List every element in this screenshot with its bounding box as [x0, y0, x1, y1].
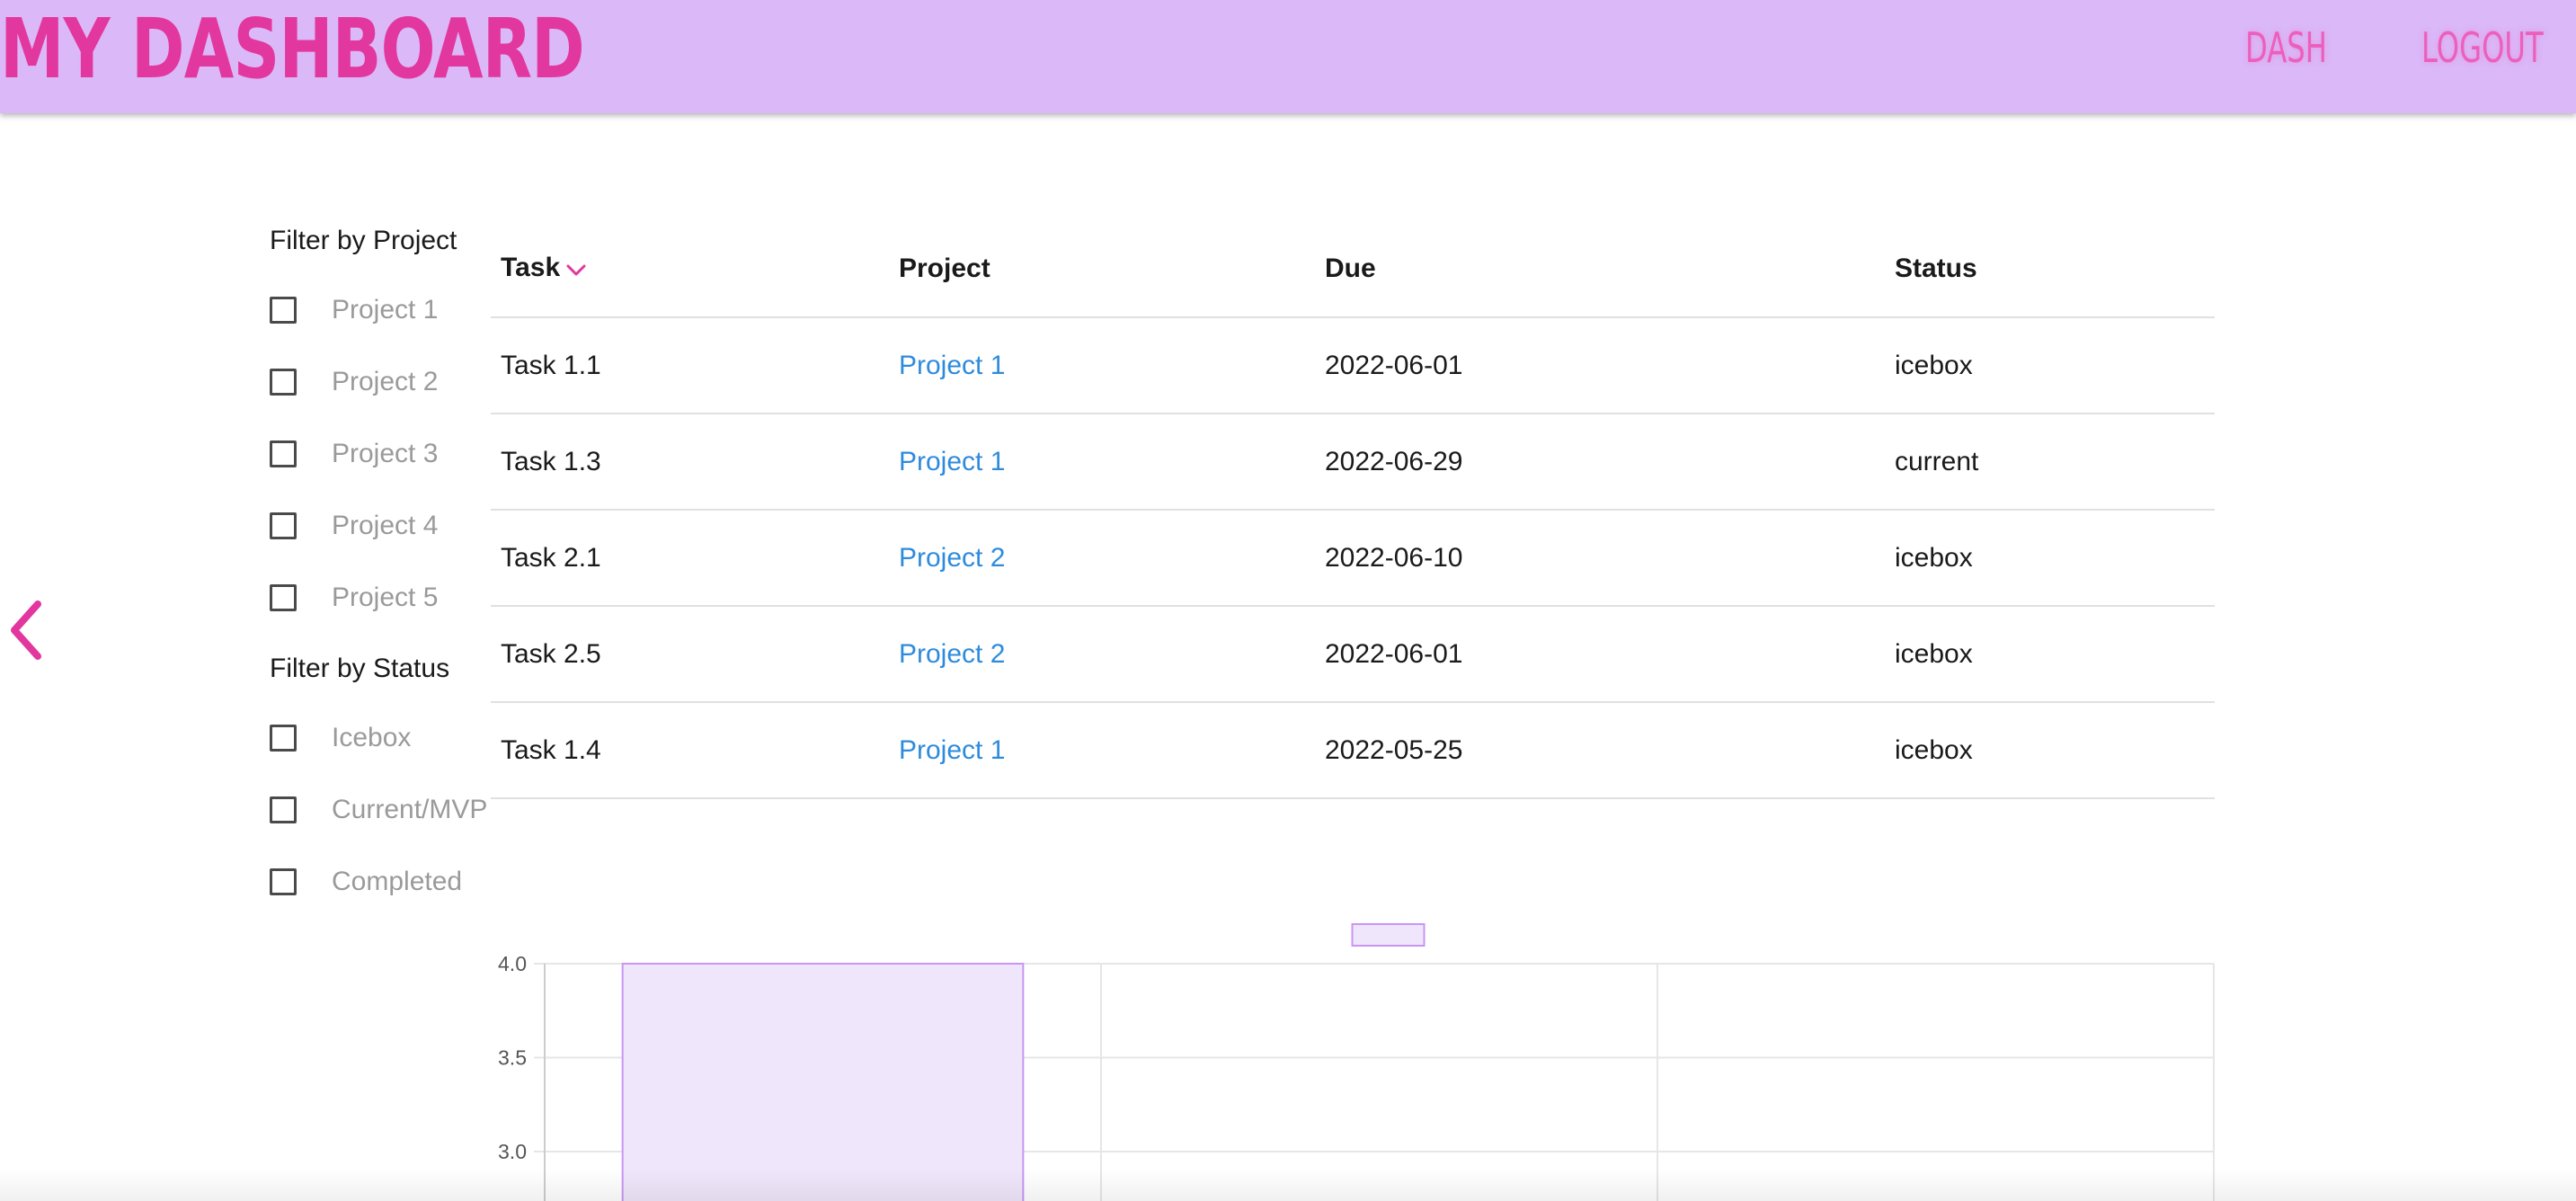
checkbox[interactable]	[270, 796, 297, 823]
filter-option-label: Project 5	[332, 583, 439, 612]
dashboard-page: MY DASHBOARD DASH LOGOUT Filter by Proje…	[0, 0, 2576, 1201]
filter-option-label: Icebox	[332, 723, 412, 752]
filter-project-1[interactable]: Project 1	[270, 292, 438, 328]
cell-due: 2022-06-10	[1315, 510, 1885, 607]
filter-option-label: Project 4	[332, 511, 439, 540]
filter-project-heading: Filter by Project	[270, 226, 457, 255]
chevron-left-icon[interactable]	[5, 599, 47, 662]
table-row: Task 2.5 Project 2 2022-06-01 icebox	[491, 606, 2215, 703]
cell-due: 2022-06-29	[1315, 414, 1885, 511]
cell-project: Project 2	[889, 606, 1315, 703]
column-header-label: Task	[501, 253, 561, 283]
task-table: Task Project Due Status Task 1.1 Project…	[491, 221, 2215, 799]
column-header-project[interactable]: Project	[889, 221, 1315, 318]
y-tick-label: 3.5	[498, 1046, 527, 1070]
filter-project-2[interactable]: Project 2	[270, 364, 438, 400]
cell-task: Task 1.4	[491, 702, 889, 799]
bar-chart: 4.0 3.5 3.0	[485, 908, 2229, 1201]
cell-project: Project 1	[889, 317, 1315, 414]
filter-option-label: Project 3	[332, 439, 439, 468]
cell-task: Task 2.1	[491, 510, 889, 607]
table-row: Task 1.4 Project 1 2022-05-25 icebox	[491, 702, 2215, 799]
cell-project: Project 1	[889, 414, 1315, 511]
table-row: Task 2.1 Project 2 2022-06-10 icebox	[491, 510, 2215, 607]
y-tick-label: 4.0	[498, 952, 527, 975]
column-header-status[interactable]: Status	[1885, 221, 2215, 318]
column-header-due[interactable]: Due	[1315, 221, 1885, 318]
filter-status-current[interactable]: Current/MVP	[270, 792, 487, 828]
cell-due: 2022-06-01	[1315, 317, 1885, 414]
cell-task: Task 1.1	[491, 317, 889, 414]
filter-option-label: Completed	[332, 867, 463, 896]
cell-status: icebox	[1885, 702, 2215, 799]
app-title: MY DASHBOARD	[0, 1, 585, 97]
checkbox[interactable]	[270, 440, 297, 467]
checkbox[interactable]	[270, 725, 297, 752]
project-link[interactable]: Project 1	[899, 351, 1005, 380]
filter-project-3[interactable]: Project 3	[270, 436, 438, 472]
checkbox[interactable]	[270, 369, 297, 396]
y-tick-label: 3.0	[498, 1140, 527, 1163]
project-link[interactable]: Project 1	[899, 447, 1005, 476]
project-link[interactable]: Project 2	[899, 543, 1005, 573]
filter-status-heading: Filter by Status	[270, 654, 450, 683]
cell-project: Project 2	[889, 510, 1315, 607]
cell-task: Task 2.5	[491, 606, 889, 703]
chevron-down-icon[interactable]	[565, 254, 587, 285]
cell-status: icebox	[1885, 606, 2215, 703]
table-row: Task 1.1 Project 1 2022-06-01 icebox	[491, 317, 2215, 414]
nav-dash-link[interactable]: DASH	[2245, 22, 2327, 74]
filter-project-5[interactable]: Project 5	[270, 580, 438, 616]
checkbox[interactable]	[270, 512, 297, 539]
table-header-row: Task Project Due Status	[491, 221, 2215, 318]
checkbox[interactable]	[270, 297, 297, 324]
table-row: Task 1.3 Project 1 2022-06-29 current	[491, 414, 2215, 511]
filter-option-label: Project 1	[332, 295, 439, 325]
column-header-task[interactable]: Task	[491, 221, 889, 318]
bar-chart-svg: 4.0 3.5 3.0	[498, 923, 2215, 1201]
filter-status-icebox[interactable]: Icebox	[270, 720, 411, 756]
filter-status-completed[interactable]: Completed	[270, 864, 462, 900]
project-link[interactable]: Project 2	[899, 639, 1005, 669]
cell-due: 2022-06-01	[1315, 606, 1885, 703]
cell-due: 2022-05-25	[1315, 702, 1885, 799]
filter-project-4[interactable]: Project 4	[270, 508, 438, 544]
checkbox[interactable]	[270, 584, 297, 611]
top-navbar: MY DASHBOARD DASH LOGOUT	[0, 0, 2576, 113]
nav-logout-link[interactable]: LOGOUT	[2421, 22, 2544, 74]
cell-status: current	[1885, 414, 2215, 511]
project-link[interactable]: Project 1	[899, 735, 1005, 765]
cell-task: Task 1.3	[491, 414, 889, 511]
chart-bar	[621, 963, 1025, 1201]
checkbox[interactable]	[270, 868, 297, 895]
filter-option-label: Project 2	[332, 367, 439, 396]
filter-option-label: Current/MVP	[332, 795, 488, 824]
cell-project: Project 1	[889, 702, 1315, 799]
cell-status: icebox	[1885, 317, 2215, 414]
cell-status: icebox	[1885, 510, 2215, 607]
legend-swatch	[1351, 923, 1426, 947]
